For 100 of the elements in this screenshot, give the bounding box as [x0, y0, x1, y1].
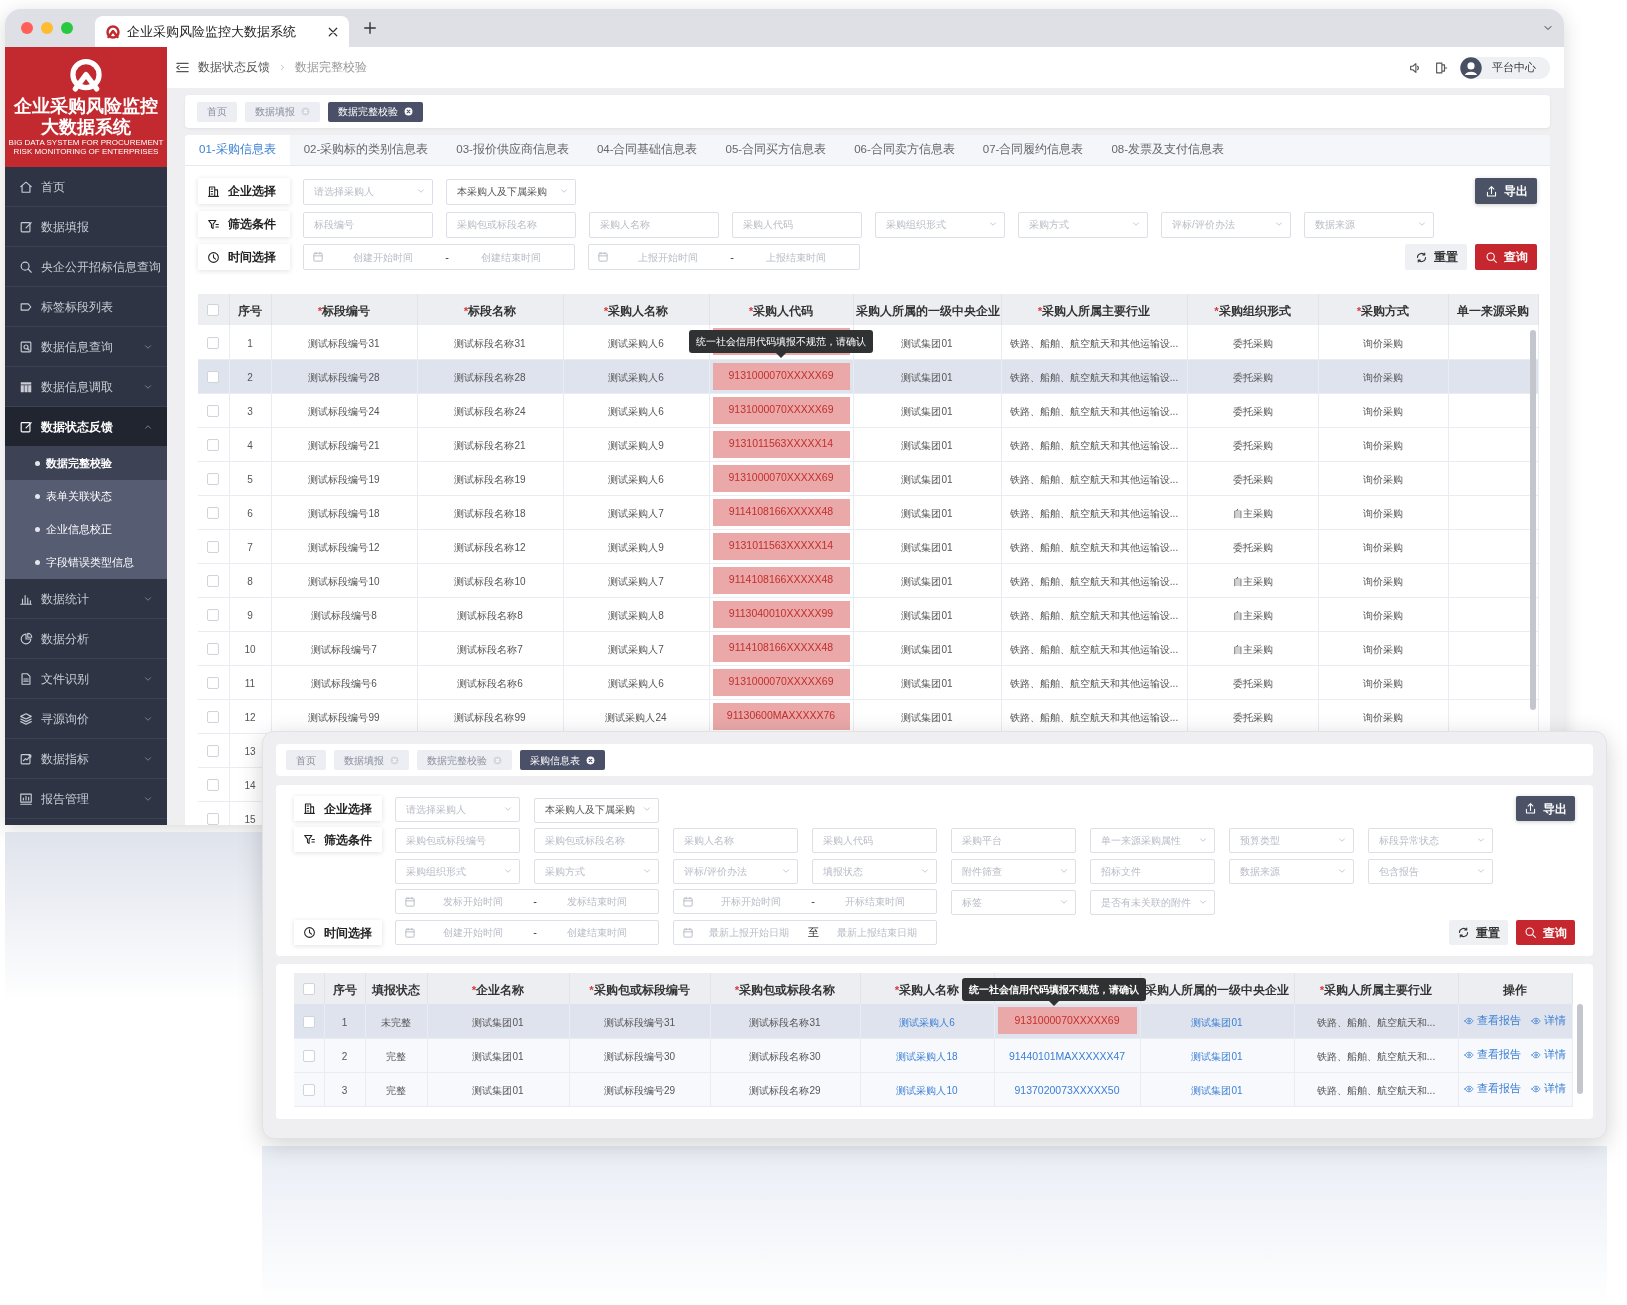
- code-link[interactable]: 91440101MAXXXXXX47: [1008, 1050, 1126, 1062]
- checkbox[interactable]: [207, 608, 220, 621]
- select-field[interactable]: 采购方式: [1018, 211, 1148, 238]
- date-input[interactable]: 开标开始时间: [698, 894, 804, 909]
- select-field[interactable]: 本采购人及下属采购: [446, 179, 576, 205]
- table-tab[interactable]: 07-合同履约信息表: [968, 135, 1098, 165]
- checkbox[interactable]: [302, 1083, 315, 1096]
- checkbox[interactable]: [207, 710, 220, 723]
- submenu-item[interactable]: 表单关联状态: [5, 480, 167, 513]
- input-field[interactable]: 标段编号: [303, 211, 433, 238]
- submenu-item[interactable]: 数据完整校验: [5, 447, 167, 480]
- page-tag[interactable]: 数据完整校验: [328, 101, 423, 122]
- search-button[interactable]: 查询: [1516, 920, 1575, 945]
- date-input[interactable]: 开标结束时间: [822, 894, 928, 909]
- table-link[interactable]: 测试集团01: [1191, 1051, 1243, 1062]
- table-tab[interactable]: 05-合同买方信息表: [711, 135, 841, 165]
- input-field[interactable]: 采购平台: [951, 828, 1076, 853]
- date-input[interactable]: 创建结束时间: [544, 925, 650, 940]
- checkbox[interactable]: [207, 404, 220, 417]
- select-field[interactable]: 评标/评价办法: [673, 859, 798, 884]
- page-tag[interactable]: 采购信息表: [520, 750, 605, 770]
- reset-button[interactable]: 重置: [1449, 920, 1508, 945]
- date-input[interactable]: 创建结束时间: [456, 249, 566, 265]
- date-input[interactable]: 发标开始时间: [420, 894, 526, 909]
- date-range-field[interactable]: 创建开始时间 - 创建结束时间: [395, 920, 659, 945]
- table-link[interactable]: 测试集团01: [1191, 1016, 1243, 1028]
- select-field[interactable]: 采购组织形式: [875, 211, 1005, 238]
- checkbox[interactable]: [207, 438, 220, 451]
- view-report-link[interactable]: 查看报告: [1464, 1012, 1521, 1029]
- select-field[interactable]: 是否有未关联的附件: [1090, 890, 1215, 915]
- checkbox[interactable]: [207, 574, 220, 587]
- date-input[interactable]: 创建开始时间: [328, 249, 438, 265]
- table-tab[interactable]: 01-采购信息表: [185, 135, 290, 165]
- submenu-item[interactable]: 企业信息校正: [5, 513, 167, 546]
- table-tab[interactable]: 02-采购标的类别信息表: [289, 135, 443, 165]
- details-link[interactable]: 详情: [1531, 1081, 1566, 1097]
- menu-fold-icon[interactable]: [175, 60, 190, 75]
- search-button[interactable]: 查询: [1475, 244, 1537, 270]
- date-input[interactable]: 发标结束时间: [544, 894, 650, 909]
- table-link[interactable]: 测试采购人18: [896, 1051, 958, 1062]
- input-field[interactable]: 招标文件: [1090, 859, 1215, 884]
- table-tab[interactable]: 06-合同卖方信息表: [840, 135, 969, 165]
- code-link[interactable]: 9137020073XXXXX50: [1014, 1084, 1120, 1096]
- input-field[interactable]: 采购包或标段名称: [534, 828, 659, 853]
- checkbox[interactable]: [207, 370, 220, 383]
- select-field[interactable]: 请选择采购人: [303, 178, 433, 205]
- date-input[interactable]: 创建开始时间: [420, 925, 526, 940]
- table-tab[interactable]: 08-发票及支付信息表: [1097, 135, 1238, 165]
- date-range-field[interactable]: 创建开始时间 - 创建结束时间: [303, 244, 575, 270]
- checkbox[interactable]: [302, 1015, 315, 1028]
- checkbox[interactable]: [207, 778, 220, 791]
- speaker-icon[interactable]: [1408, 60, 1422, 75]
- select-field[interactable]: 本采购人及下属采购: [534, 797, 659, 823]
- input-field[interactable]: 采购人代码: [732, 211, 862, 238]
- close-icon[interactable]: [404, 107, 413, 116]
- minimize-button[interactable]: [41, 22, 53, 34]
- select-field[interactable]: 评标/评价办法: [1161, 211, 1291, 238]
- export-button[interactable]: 导出: [1475, 178, 1537, 204]
- checkbox[interactable]: [207, 304, 220, 317]
- select-field[interactable]: 标签: [951, 890, 1076, 915]
- select-field[interactable]: 采购方式: [534, 859, 659, 884]
- checkbox[interactable]: [207, 812, 220, 825]
- close-window-button[interactable]: [21, 22, 33, 34]
- export-button[interactable]: 导出: [1516, 796, 1575, 821]
- user-menu[interactable]: 平台中心: [1460, 56, 1550, 79]
- breadcrumb-item[interactable]: 数据状态反馈: [198, 58, 270, 77]
- select-field[interactable]: 请选择采购人: [395, 797, 520, 822]
- table-tab[interactable]: 03-报价供应商信息表: [442, 135, 583, 165]
- select-field[interactable]: 数据来源: [1229, 859, 1354, 884]
- checkbox[interactable]: [207, 506, 220, 519]
- date-range-field[interactable]: 开标开始时间 - 开标结束时间: [673, 889, 937, 914]
- browser-tab[interactable]: 企业采购风险监控大数据系统: [95, 16, 349, 47]
- view-report-link[interactable]: 查看报告: [1464, 1047, 1521, 1063]
- submenu-item[interactable]: 字段错误类型信息: [5, 546, 167, 579]
- close-icon[interactable]: [586, 755, 595, 765]
- input-field[interactable]: 采购包或标段编号: [395, 828, 520, 853]
- select-field[interactable]: 数据来源: [1304, 211, 1434, 238]
- date-range-field[interactable]: 发标开始时间 - 发标结束时间: [395, 889, 659, 914]
- door-icon[interactable]: [1434, 60, 1448, 75]
- close-icon[interactable]: [327, 25, 339, 38]
- reset-button[interactable]: 重置: [1405, 244, 1467, 270]
- checkbox[interactable]: [302, 983, 315, 996]
- view-report-link[interactable]: 查看报告: [1464, 1081, 1521, 1097]
- scrollbar[interactable]: [1530, 330, 1536, 710]
- maximize-button[interactable]: [61, 22, 73, 34]
- details-link[interactable]: 详情: [1531, 1047, 1566, 1063]
- table-link[interactable]: 测试采购人10: [896, 1085, 958, 1096]
- checkbox[interactable]: [207, 744, 220, 757]
- table-link[interactable]: 测试采购人6: [899, 1016, 955, 1028]
- checkbox[interactable]: [207, 336, 220, 349]
- input-field[interactable]: 采购人代码: [812, 828, 937, 853]
- table-tab[interactable]: 04-合同基础信息表: [582, 135, 712, 165]
- checkbox[interactable]: [207, 540, 220, 553]
- checkbox[interactable]: [302, 1049, 315, 1062]
- sidebar-item[interactable]: 数据状态反馈: [5, 407, 167, 447]
- input-field[interactable]: 采购人名称: [673, 828, 798, 853]
- checkbox[interactable]: [207, 642, 220, 655]
- checkbox[interactable]: [207, 676, 220, 689]
- table-link[interactable]: 测试集团01: [1191, 1085, 1243, 1096]
- plus-icon[interactable]: [363, 21, 377, 35]
